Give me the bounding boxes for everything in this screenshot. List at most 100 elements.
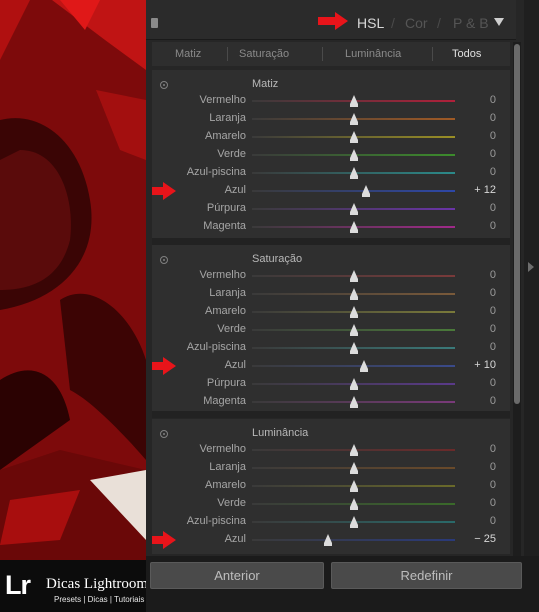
panel-collapse-handle-icon[interactable] — [151, 18, 158, 28]
subtab-divider — [227, 47, 228, 61]
slider-thumb[interactable] — [349, 378, 358, 390]
slider-row-saturacao-2: Amarelo 0 — [152, 303, 510, 321]
slider-thumb[interactable] — [359, 360, 368, 372]
tab-hsl[interactable]: HSL — [357, 15, 384, 31]
slider-value[interactable]: 0 — [490, 515, 496, 527]
subtab-todos[interactable]: Todos — [452, 48, 481, 60]
slider-value[interactable]: 0 — [490, 443, 496, 455]
slider-track[interactable] — [252, 270, 455, 282]
slider-thumb[interactable] — [349, 444, 358, 456]
slider-value[interactable]: 0 — [490, 497, 496, 509]
slider-value[interactable]: 0 — [490, 461, 496, 473]
previous-button[interactable]: Anterior — [150, 562, 324, 589]
slider-value[interactable]: 0 — [490, 269, 496, 281]
slider-thumb[interactable] — [349, 131, 358, 143]
tab-pb[interactable]: P & B — [453, 15, 489, 31]
slider-thumb[interactable] — [349, 221, 358, 233]
photo-preview — [0, 0, 146, 560]
slider-track[interactable] — [252, 462, 455, 474]
slider-thumb[interactable] — [349, 516, 358, 528]
slider-value[interactable]: + 10 — [474, 359, 496, 371]
subtab-divider — [432, 47, 433, 61]
slider-row-saturacao-0: Vermelho 0 — [152, 267, 510, 285]
slider-thumb[interactable] — [349, 95, 358, 107]
slider-track[interactable] — [252, 167, 455, 179]
slider-track[interactable] — [252, 378, 455, 390]
branding-title: Dicas Lightroom — [46, 576, 149, 592]
slider-track[interactable] — [252, 480, 455, 492]
slider-thumb[interactable] — [349, 462, 358, 474]
slider-row-matiz-0: Vermelho 0 — [152, 92, 510, 110]
slider-value[interactable]: 0 — [490, 323, 496, 335]
slider-row-matiz-3: Verde 0 — [152, 146, 510, 164]
slider-track[interactable] — [252, 324, 455, 336]
slider-thumb[interactable] — [324, 534, 333, 546]
slider-track[interactable] — [252, 342, 455, 354]
slider-track[interactable] — [252, 360, 455, 372]
slider-value[interactable]: 0 — [490, 305, 496, 317]
subtab-saturacao[interactable]: Saturação — [239, 48, 289, 60]
section-title: Matiz — [252, 78, 279, 90]
panel-scrollbar[interactable] — [513, 42, 521, 558]
slider-thumb[interactable] — [349, 149, 358, 161]
slider-track[interactable] — [252, 534, 455, 546]
slider-row-matiz-4: Azul-piscina 0 — [152, 164, 510, 182]
slider-track[interactable] — [252, 396, 455, 408]
slider-value[interactable]: 0 — [490, 395, 496, 407]
section-gap — [152, 238, 510, 245]
slider-thumb[interactable] — [349, 342, 358, 354]
slider-value[interactable]: 0 — [490, 94, 496, 106]
slider-label: Magenta — [203, 395, 246, 407]
slider-track[interactable] — [252, 131, 455, 143]
slider-track[interactable] — [252, 306, 455, 318]
slider-value[interactable]: + 12 — [474, 184, 496, 196]
slider-track[interactable] — [252, 221, 455, 233]
section-toggle-icon[interactable] — [160, 256, 168, 264]
scrollbar-thumb[interactable] — [514, 44, 520, 404]
slider-thumb[interactable] — [349, 306, 358, 318]
slider-row-saturacao-1: Laranja 0 — [152, 285, 510, 303]
slider-value[interactable]: 0 — [490, 287, 496, 299]
subtab-matiz[interactable]: Matiz — [175, 48, 201, 60]
section-toggle-icon[interactable] — [160, 430, 168, 438]
slider-value[interactable]: 0 — [490, 377, 496, 389]
slider-thumb[interactable] — [349, 396, 358, 408]
slider-thumb[interactable] — [349, 167, 358, 179]
slider-value[interactable]: 0 — [490, 112, 496, 124]
slider-track[interactable] — [252, 444, 455, 456]
section-toggle-icon[interactable] — [160, 81, 168, 89]
slider-value[interactable]: 0 — [490, 479, 496, 491]
slider-track[interactable] — [252, 113, 455, 125]
slider-value[interactable]: 0 — [490, 130, 496, 142]
subtab-luminancia[interactable]: Luminância — [345, 48, 401, 60]
slider-row-matiz-5: Azul + 12 — [152, 182, 510, 200]
slider-thumb[interactable] — [349, 498, 358, 510]
slider-track[interactable] — [252, 95, 455, 107]
reset-button[interactable]: Redefinir — [331, 562, 522, 589]
side-panel-arrow-icon[interactable] — [528, 262, 534, 272]
slider-value[interactable]: 0 — [490, 202, 496, 214]
slider-thumb[interactable] — [349, 324, 358, 336]
slider-thumb[interactable] — [361, 185, 370, 197]
slider-value[interactable]: 0 — [490, 166, 496, 178]
slider-value[interactable]: 0 — [490, 220, 496, 232]
slider-track[interactable] — [252, 516, 455, 528]
slider-value[interactable]: 0 — [490, 148, 496, 160]
slider-thumb[interactable] — [349, 203, 358, 215]
slider-track[interactable] — [252, 185, 455, 197]
dropdown-triangle-icon[interactable] — [494, 18, 504, 26]
slider-row-saturacao-3: Verde 0 — [152, 321, 510, 339]
slider-track[interactable] — [252, 498, 455, 510]
slider-track[interactable] — [252, 288, 455, 300]
slider-thumb[interactable] — [349, 480, 358, 492]
section-title: Luminância — [252, 427, 309, 439]
slider-track[interactable] — [252, 149, 455, 161]
slider-thumb[interactable] — [349, 270, 358, 282]
slider-value[interactable]: 0 — [490, 341, 496, 353]
tab-cor[interactable]: Cor — [405, 15, 428, 31]
slider-thumb[interactable] — [349, 113, 358, 125]
slider-thumb[interactable] — [349, 288, 358, 300]
slider-row-luminancia-2: Amarelo 0 — [152, 477, 510, 495]
slider-value[interactable]: − 25 — [474, 533, 496, 545]
slider-track[interactable] — [252, 203, 455, 215]
